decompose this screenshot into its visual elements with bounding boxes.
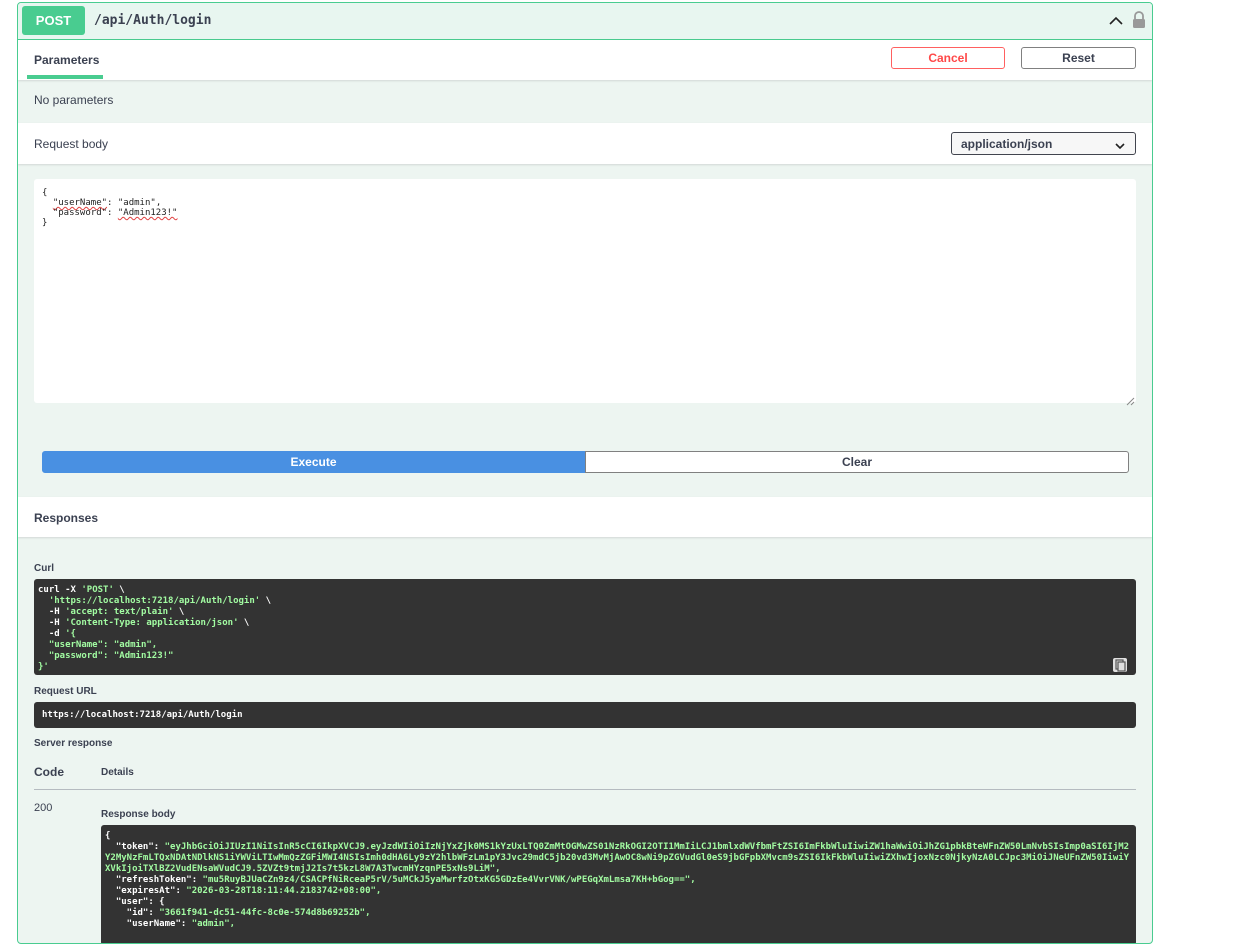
curl-code-block[interactable]: curl -X 'POST' \ 'https://localhost:7218… xyxy=(34,579,1136,675)
request-body-label: Request body xyxy=(34,137,109,151)
tab-parameters[interactable]: Parameters xyxy=(34,53,99,67)
json-key: "id": xyxy=(105,908,160,918)
response-body-label: Response body xyxy=(101,809,176,820)
content-type-select[interactable]: application/json xyxy=(951,132,1136,155)
json-key: "expiresAt": xyxy=(105,886,187,896)
cancel-button[interactable]: Cancel xyxy=(891,47,1005,69)
responses-header xyxy=(18,497,1152,537)
resize-handle-icon[interactable] xyxy=(1126,393,1135,411)
code-column-header: Code xyxy=(34,765,64,779)
curl-string: 'https://localhost:7218/api/Auth/login' xyxy=(38,596,261,606)
reset-button[interactable]: Reset xyxy=(1021,47,1136,69)
json-key: "token": xyxy=(105,842,165,852)
curl-string: 'POST' xyxy=(81,585,114,595)
json-string: "2026-03-28T18:11:44.2183742+08:00", xyxy=(186,886,382,896)
curl-label: Curl xyxy=(34,563,54,574)
chevron-up-icon[interactable] xyxy=(1108,13,1124,34)
server-response-label: Server response xyxy=(34,738,113,749)
json-string: "mu5RuyBJUaCZn9z4/CSACPfNiRceaP5rV/5uMCk… xyxy=(202,875,696,885)
response-table-divider xyxy=(34,789,1136,790)
body-close: } xyxy=(42,218,48,228)
curl-text: curl -X xyxy=(38,585,82,595)
operation-path: /api/Auth/login xyxy=(94,13,212,28)
body-key-password: "password" xyxy=(52,208,108,218)
curl-text: -H xyxy=(38,607,66,617)
no-parameters-text: No parameters xyxy=(34,93,114,107)
curl-text: -d xyxy=(38,629,66,639)
curl-text: -H xyxy=(38,618,66,628)
curl-text: \ xyxy=(173,607,185,617)
status-code: 200 xyxy=(34,802,53,814)
json-line: "user": { xyxy=(105,897,165,907)
curl-string: 'Content-Type: application/json' xyxy=(65,618,239,628)
json-string: "eyJhbGciOiJIUzI1NiIsInR5cCI6IkpXVCJ9.ey… xyxy=(105,842,1130,874)
json-line: "refreshToken": "mu5RuyBJUaCZn9z4/CSACPf… xyxy=(105,875,1132,886)
curl-text: \ xyxy=(238,618,250,628)
lock-icon[interactable] xyxy=(1132,11,1146,34)
json-string: "3661f941-dc51-44fc-8c0e-574d8b69252b", xyxy=(159,908,371,918)
curl-text: \ xyxy=(260,596,272,606)
chevron-down-icon xyxy=(1115,139,1125,153)
request-url-block[interactable]: https://localhost:7218/api/Auth/login xyxy=(34,702,1136,728)
json-key: "userName": xyxy=(105,919,192,929)
curl-string: 'accept: text/plain' xyxy=(65,607,174,617)
curl-string: }' xyxy=(38,662,49,672)
json-string: "admin", xyxy=(191,919,236,929)
copy-icon[interactable] xyxy=(1112,657,1128,678)
tab-active-indicator xyxy=(27,75,103,79)
execute-actions: Execute Clear xyxy=(42,451,1129,473)
json-key: "refreshToken": xyxy=(105,875,203,885)
response-body-block[interactable]: { "token": "eyJhbGciOiJIUzI1NiIsInR5cCI6… xyxy=(101,825,1136,943)
curl-string: "password": "Admin123!" xyxy=(38,651,174,661)
request-url-label: Request URL xyxy=(34,686,97,697)
operation-summary[interactable]: POST /api/Auth/login xyxy=(18,3,1152,40)
body-open: { xyxy=(42,188,48,198)
curl-string: "userName": "admin", xyxy=(38,640,158,650)
request-body-editor[interactable]: { "userName": "admin", "password": "Admi… xyxy=(34,179,1136,403)
json-line: "id": "3661f941-dc51-44fc-8c0e-574d8b692… xyxy=(105,908,1132,919)
content-type-value: application/json xyxy=(961,136,1053,151)
json-line: "expiresAt": "2026-03-28T18:11:44.218374… xyxy=(105,886,1132,897)
request-url: https://localhost:7218/api/Auth/login xyxy=(42,710,243,720)
json-line: { xyxy=(105,831,111,841)
json-line: "userName": "admin", xyxy=(105,919,1132,930)
clear-button[interactable]: Clear xyxy=(585,451,1129,473)
body-val-password: "Admin123!" xyxy=(117,208,178,218)
json-line: "token": "eyJhbGciOiJIUzI1NiIsInR5cCI6Ik… xyxy=(105,842,1132,875)
method-badge: POST xyxy=(22,6,85,35)
details-column-header: Details xyxy=(101,767,134,778)
curl-text: \ xyxy=(113,585,125,595)
body-key-username: "userName" xyxy=(52,198,108,208)
operation-block: POST /api/Auth/login Parameters Cancel R… xyxy=(17,2,1153,944)
responses-title: Responses xyxy=(34,511,99,525)
execute-button[interactable]: Execute xyxy=(42,451,585,473)
body-val-username: "admin" xyxy=(117,198,156,208)
curl-string: '{ xyxy=(65,629,76,639)
